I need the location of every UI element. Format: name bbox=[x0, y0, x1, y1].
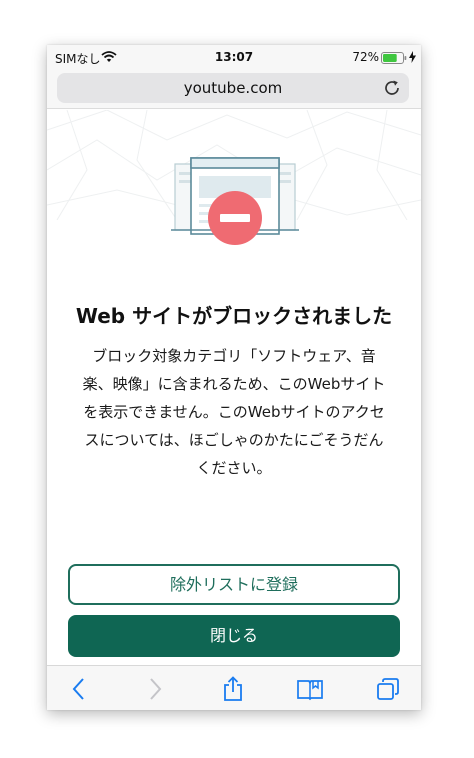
message-line: ブロック対象カテゴリ「ソフトウェア、音 bbox=[92, 347, 376, 365]
block-message: ブロック対象カテゴリ「ソフトウェア、音 楽、映像」に含まれるため、このWebサイ… bbox=[65, 342, 403, 482]
url-field[interactable]: youtube.com bbox=[57, 73, 409, 103]
tabs-icon[interactable] bbox=[375, 676, 401, 702]
message-line: 楽、映像」に含まれるため、このWebサイト bbox=[82, 375, 386, 393]
url-text: youtube.com bbox=[183, 79, 283, 97]
message-line: スについては、ほごしゃのかたにごそうだん bbox=[84, 431, 384, 449]
charging-icon bbox=[409, 51, 416, 63]
add-to-exclusion-list-button[interactable]: 除外リストに登録 bbox=[68, 564, 400, 605]
share-icon[interactable] bbox=[220, 676, 246, 702]
address-bar-area: youtube.com bbox=[47, 69, 421, 109]
battery-percent: 72% bbox=[352, 50, 379, 64]
status-bar: SIMなし 13:07 72% bbox=[47, 45, 421, 69]
message-line: を表示できません。このWebサイトのアクセ bbox=[83, 403, 385, 421]
block-page: Web サイトがブロックされました ブロック対象カテゴリ「ソフトウェア、音 楽、… bbox=[47, 110, 421, 665]
phone-screen: SIMなし 13:07 72% youtube.com Web サイトがブロック… bbox=[47, 45, 421, 710]
battery-icon bbox=[381, 52, 407, 64]
blocked-page-illustration bbox=[171, 157, 299, 245]
reload-icon[interactable] bbox=[383, 79, 401, 97]
block-headline: Web サイトがブロックされました bbox=[75, 304, 393, 328]
forward-icon[interactable] bbox=[141, 676, 167, 702]
message-line: ください。 bbox=[196, 459, 272, 477]
close-button[interactable]: 閉じる bbox=[68, 615, 400, 657]
browser-toolbar bbox=[47, 665, 421, 710]
back-icon[interactable] bbox=[67, 676, 93, 702]
bookmarks-icon[interactable] bbox=[297, 676, 323, 702]
